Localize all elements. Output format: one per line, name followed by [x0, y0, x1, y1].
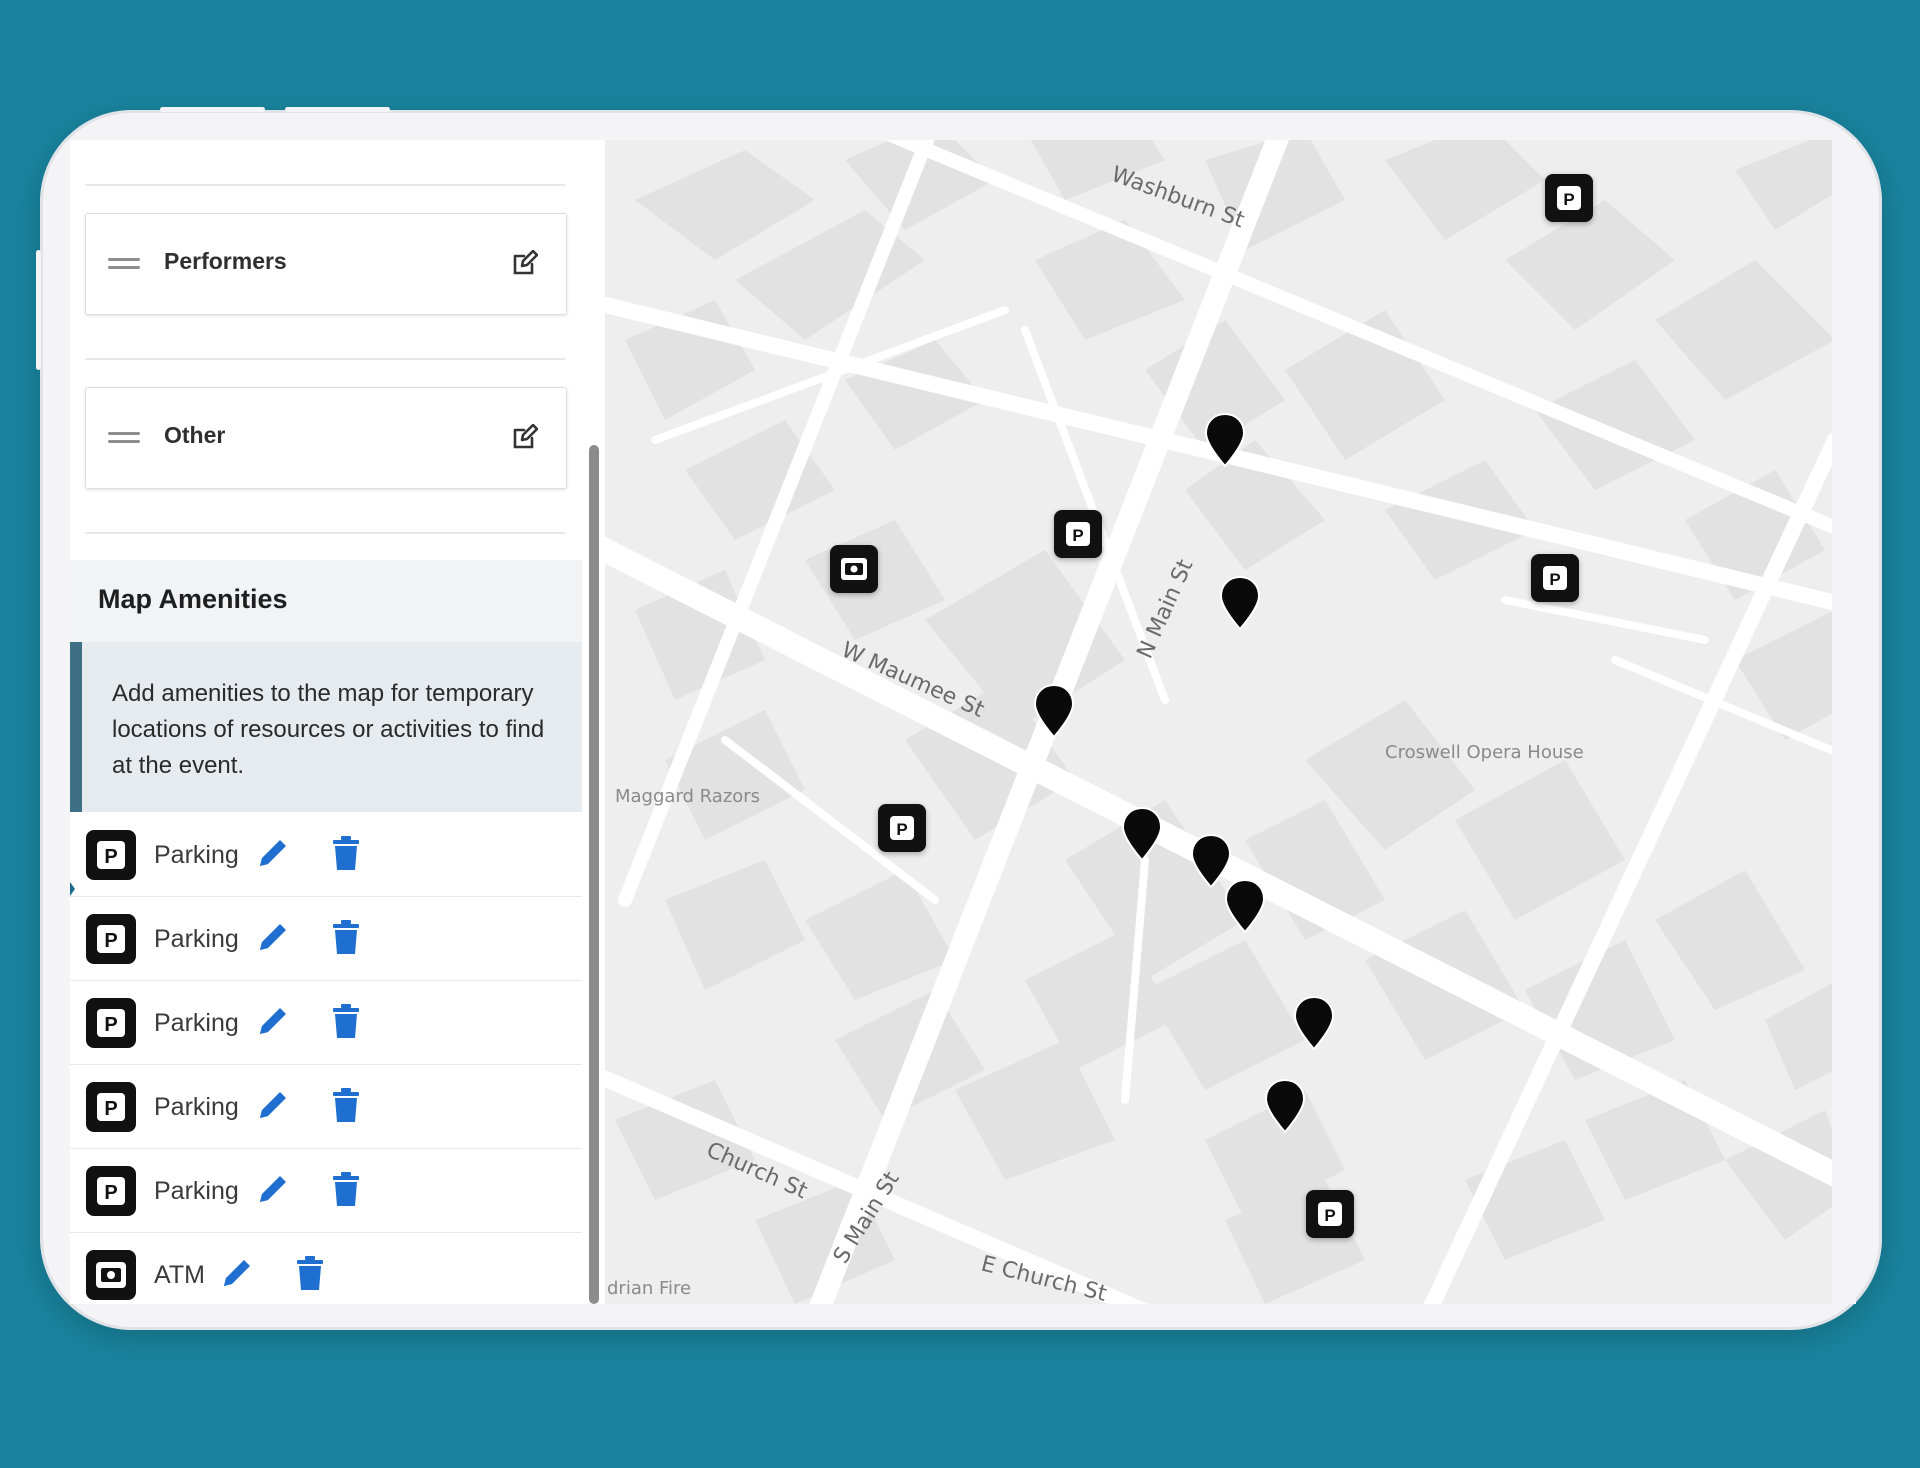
screen-edge: [1832, 140, 1856, 1304]
app-screen: Performers Other Map Amenities Add ameni…: [70, 140, 1856, 1304]
amenity-row[interactable]: P Parking: [70, 1064, 582, 1149]
section-title: Performers: [164, 248, 287, 274]
delete-trash-icon[interactable]: [295, 1256, 325, 1290]
atm-marker[interactable]: [830, 545, 878, 593]
delete-trash-icon[interactable]: [331, 1004, 361, 1038]
svg-text:P: P: [104, 1098, 117, 1120]
place-label: drian Fire: [607, 1278, 691, 1299]
place-label: Maggard Razors: [615, 786, 760, 807]
svg-text:P: P: [896, 820, 907, 839]
divider: [85, 532, 565, 534]
edit-icon[interactable]: [512, 424, 538, 450]
parking-icon: P: [86, 1082, 136, 1132]
edit-pencil-icon[interactable]: [220, 1256, 254, 1290]
edit-pencil-icon[interactable]: [256, 1004, 290, 1038]
street-label: N Main St: [1133, 556, 1199, 663]
amenity-row[interactable]: P Parking: [70, 1148, 582, 1233]
delete-trash-icon[interactable]: [331, 836, 361, 870]
amenity-label: ATM: [154, 1261, 205, 1289]
drag-handle-icon[interactable]: [108, 432, 140, 444]
parking-marker[interactable]: P: [1531, 554, 1579, 602]
parking-marker[interactable]: P: [1054, 510, 1102, 558]
map-canvas[interactable]: Washburn St N Main St W Maumee St Church…: [605, 140, 1856, 1304]
map-amenities-header: Map Amenities: [70, 560, 582, 642]
svg-text:P: P: [104, 1182, 117, 1204]
svg-text:P: P: [104, 1014, 117, 1036]
edit-pencil-icon[interactable]: [256, 920, 290, 954]
svg-text:P: P: [1549, 570, 1560, 589]
parking-icon: P: [86, 998, 136, 1048]
amenity-row[interactable]: P Parking: [70, 980, 582, 1065]
scrollbar-thumb[interactable]: [589, 445, 599, 1304]
location-pin-icon[interactable]: [1032, 683, 1076, 739]
place-label: Croswell Opera House: [1385, 742, 1584, 763]
svg-text:P: P: [1563, 190, 1574, 209]
edit-pencil-icon[interactable]: [256, 1088, 290, 1122]
parking-marker[interactable]: P: [878, 804, 926, 852]
section-card-performers[interactable]: Performers: [85, 213, 567, 315]
svg-text:P: P: [1072, 526, 1083, 545]
info-callout: Add amenities to the map for temporary l…: [70, 642, 582, 812]
map-view[interactable]: Washburn St N Main St W Maumee St Church…: [605, 140, 1856, 1304]
amenity-row[interactable]: P Parking: [70, 812, 582, 897]
amenity-label: Parking: [154, 1177, 239, 1205]
info-text: Add amenities to the map for temporary l…: [112, 680, 545, 779]
amenity-label: Parking: [154, 1009, 239, 1037]
edit-pencil-icon[interactable]: [256, 1172, 290, 1206]
amenity-label: Parking: [154, 841, 239, 869]
svg-text:P: P: [1324, 1206, 1335, 1225]
parking-icon: P: [86, 914, 136, 964]
parking-icon: P: [86, 1166, 136, 1216]
device-button: [285, 107, 390, 112]
section-title: Other: [164, 422, 226, 448]
svg-text:P: P: [104, 846, 117, 868]
section-heading: Map Amenities: [98, 584, 288, 614]
sidebar: Performers Other Map Amenities Add ameni…: [70, 140, 606, 1304]
atm-icon: [86, 1250, 136, 1300]
parking-marker[interactable]: P: [1306, 1190, 1354, 1238]
location-pin-icon[interactable]: [1292, 995, 1336, 1051]
parking-marker[interactable]: P: [1545, 174, 1593, 222]
divider: [85, 184, 565, 186]
device-button: [160, 107, 265, 112]
delete-trash-icon[interactable]: [331, 1088, 361, 1122]
location-pin-icon[interactable]: [1263, 1078, 1307, 1134]
amenity-label: Parking: [154, 1093, 239, 1121]
location-pin-icon[interactable]: [1223, 878, 1267, 934]
amenity-row[interactable]: ATM: [70, 1232, 582, 1304]
edit-pencil-icon[interactable]: [256, 836, 290, 870]
device-side-button: [36, 250, 41, 370]
location-pin-icon[interactable]: [1120, 806, 1164, 862]
divider: [85, 358, 565, 360]
parking-icon: P: [86, 830, 136, 880]
delete-trash-icon[interactable]: [331, 920, 361, 954]
location-pin-icon[interactable]: [1203, 412, 1247, 468]
amenity-row[interactable]: P Parking: [70, 896, 582, 981]
delete-trash-icon[interactable]: [331, 1172, 361, 1206]
drag-handle-icon[interactable]: [108, 258, 140, 270]
location-pin-icon[interactable]: [1218, 575, 1262, 631]
svg-text:P: P: [104, 930, 117, 952]
amenity-label: Parking: [154, 925, 239, 953]
section-card-other[interactable]: Other: [85, 387, 567, 489]
edit-icon[interactable]: [512, 250, 538, 276]
